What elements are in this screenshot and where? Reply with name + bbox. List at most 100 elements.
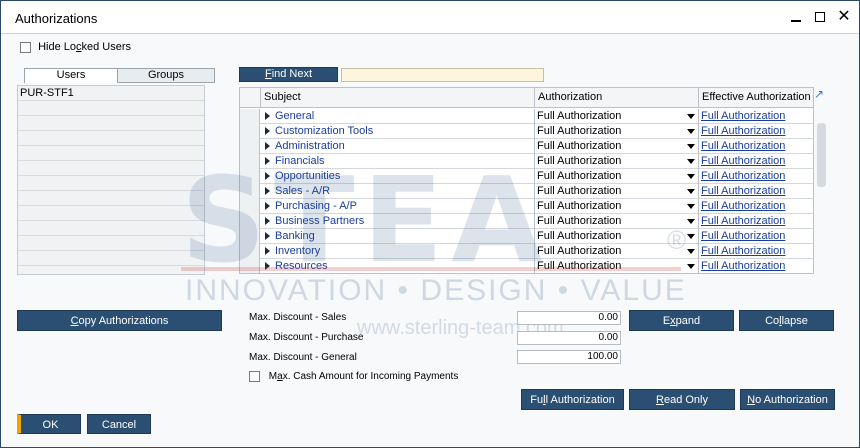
max-discount-general-field[interactable]: 100.00 <box>517 350 621 364</box>
authorization-dropdown[interactable]: Full Authorization <box>535 214 699 229</box>
row-header[interactable] <box>240 109 260 124</box>
maximize-button[interactable] <box>809 7 831 27</box>
minimize-button[interactable] <box>785 7 807 27</box>
table-row[interactable]: Inventory Full Authorization Full Authoriz… <box>240 244 813 259</box>
table-row[interactable]: Business Partners Full Authorization Full … <box>240 214 813 229</box>
authorization-dropdown[interactable]: Full Authorization <box>535 109 699 124</box>
effective-authorization-link[interactable]: Full Authorization <box>699 154 813 169</box>
collapse-button[interactable]: Collapse <box>739 310 834 331</box>
table-row[interactable]: Purchasing - A/P Full Authorization Full A… <box>240 199 813 214</box>
subject-cell[interactable]: Financials <box>261 154 535 169</box>
list-item-empty[interactable] <box>18 251 204 266</box>
expand-arrow-icon[interactable] <box>265 247 270 255</box>
expand-arrow-icon[interactable] <box>265 262 270 270</box>
column-header-effective-authorization[interactable]: Effective Authorization <box>699 88 813 107</box>
expand-arrow-icon[interactable] <box>265 232 270 240</box>
column-header-subject[interactable]: Subject <box>261 88 535 107</box>
copy-authorizations-button[interactable]: Copy Authorizations <box>17 310 222 331</box>
list-item-empty[interactable] <box>18 236 204 251</box>
row-header[interactable] <box>240 124 260 139</box>
list-item-empty[interactable] <box>18 101 204 116</box>
chevron-down-icon[interactable] <box>687 189 695 194</box>
table-row[interactable]: Administration Full Authorization Full Aut… <box>240 139 813 154</box>
effective-authorization-link[interactable]: Full Authorization <box>699 214 813 229</box>
chevron-down-icon[interactable] <box>687 249 695 254</box>
max-cash-amount-checkbox[interactable] <box>249 371 260 382</box>
table-row[interactable]: Financials Full Authorization Full Authori… <box>240 154 813 169</box>
max-discount-purchase-field[interactable]: 0.00 <box>517 331 621 345</box>
row-header[interactable] <box>240 199 260 214</box>
authorization-dropdown[interactable]: Full Authorization <box>535 154 699 169</box>
list-item-empty[interactable] <box>18 221 204 236</box>
cancel-button[interactable]: Cancel <box>87 414 151 434</box>
effective-authorization-link[interactable]: Full Authorization <box>699 139 813 154</box>
list-item-empty[interactable] <box>18 191 204 206</box>
row-header[interactable] <box>240 139 260 154</box>
table-row[interactable]: Opportunities Full Authorization Full Auth… <box>240 169 813 184</box>
expand-arrow-icon[interactable] <box>265 202 270 210</box>
find-input[interactable] <box>341 68 544 82</box>
list-item-empty[interactable] <box>18 116 204 131</box>
no-authorization-button[interactable]: No Authorization <box>740 389 835 410</box>
authorization-dropdown[interactable]: Full Authorization <box>535 124 699 139</box>
authorization-dropdown[interactable]: Full Authorization <box>535 259 699 273</box>
chevron-down-icon[interactable] <box>687 264 695 269</box>
subject-cell[interactable]: Customization Tools <box>261 124 535 139</box>
effective-authorization-link[interactable]: Full Authorization <box>699 229 813 244</box>
expand-arrow-icon[interactable] <box>265 217 270 225</box>
subject-cell[interactable]: Business Partners <box>261 214 535 229</box>
effective-authorization-link[interactable]: Full Authorization <box>699 259 813 273</box>
authorization-dropdown[interactable]: Full Authorization <box>535 169 699 184</box>
expand-button[interactable]: Expand <box>629 310 734 331</box>
expand-arrow-icon[interactable] <box>265 157 270 165</box>
list-item-empty[interactable] <box>18 161 204 176</box>
find-next-button[interactable]: Find Next <box>239 67 338 82</box>
chevron-down-icon[interactable] <box>687 129 695 134</box>
row-header[interactable] <box>240 184 260 199</box>
subject-cell[interactable]: Resources <box>261 259 535 273</box>
row-header[interactable] <box>240 244 260 259</box>
close-button[interactable]: ✕ <box>833 7 855 27</box>
max-discount-sales-field[interactable]: 0.00 <box>517 311 621 325</box>
expand-arrow-icon[interactable] <box>265 142 270 150</box>
authorization-dropdown[interactable]: Full Authorization <box>535 199 699 214</box>
effective-authorization-link[interactable]: Full Authorization <box>699 169 813 184</box>
expand-arrow-icon[interactable] <box>265 172 270 180</box>
ok-button[interactable]: OK <box>17 414 81 434</box>
effective-authorization-link[interactable]: Full Authorization <box>699 109 813 124</box>
chevron-down-icon[interactable] <box>687 159 695 164</box>
chevron-down-icon[interactable] <box>687 204 695 209</box>
grid-scrollbar[interactable] <box>817 123 826 187</box>
chevron-down-icon[interactable] <box>687 174 695 179</box>
table-row[interactable]: Banking Full Authorization Full Authorizat… <box>240 229 813 244</box>
hide-locked-users-checkbox[interactable] <box>20 41 31 53</box>
effective-authorization-link[interactable]: Full Authorization <box>699 184 813 199</box>
subject-cell[interactable]: Administration <box>261 139 535 154</box>
list-item[interactable]: PUR-STF1 <box>18 86 204 101</box>
list-item-empty[interactable] <box>18 206 204 221</box>
row-header[interactable] <box>240 169 260 184</box>
expand-link-arrow-icon[interactable]: ↗ <box>814 88 826 100</box>
expand-arrow-icon[interactable] <box>265 187 270 195</box>
chevron-down-icon[interactable] <box>687 114 695 119</box>
authorization-dropdown[interactable]: Full Authorization <box>535 184 699 199</box>
chevron-down-icon[interactable] <box>687 144 695 149</box>
list-item-empty[interactable] <box>18 131 204 146</box>
table-row[interactable]: Resources Full Authorization Full Authoriz… <box>240 259 813 273</box>
subject-cell[interactable]: Inventory <box>261 244 535 259</box>
tab-groups[interactable]: Groups <box>117 68 215 83</box>
table-row[interactable]: Customization Tools Full Authorization Ful… <box>240 124 813 139</box>
max-cash-amount[interactable]: Max. Cash Amount for Incoming Payments <box>249 371 458 382</box>
read-only-button[interactable]: Read Only <box>629 389 735 410</box>
hide-locked-users[interactable]: Hide Locked Users <box>20 41 131 53</box>
authorization-dropdown[interactable]: Full Authorization <box>535 229 699 244</box>
list-item-empty[interactable] <box>18 146 204 161</box>
table-row[interactable]: Sales - A/R Full Authorization Full Author… <box>240 184 813 199</box>
column-header-authorization[interactable]: Authorization <box>535 88 699 107</box>
chevron-down-icon[interactable] <box>687 234 695 239</box>
subject-cell[interactable]: General <box>261 109 535 124</box>
expand-arrow-icon[interactable] <box>265 127 270 135</box>
subject-cell[interactable]: Opportunities <box>261 169 535 184</box>
list-item-empty[interactable] <box>18 176 204 191</box>
row-header[interactable] <box>240 229 260 244</box>
